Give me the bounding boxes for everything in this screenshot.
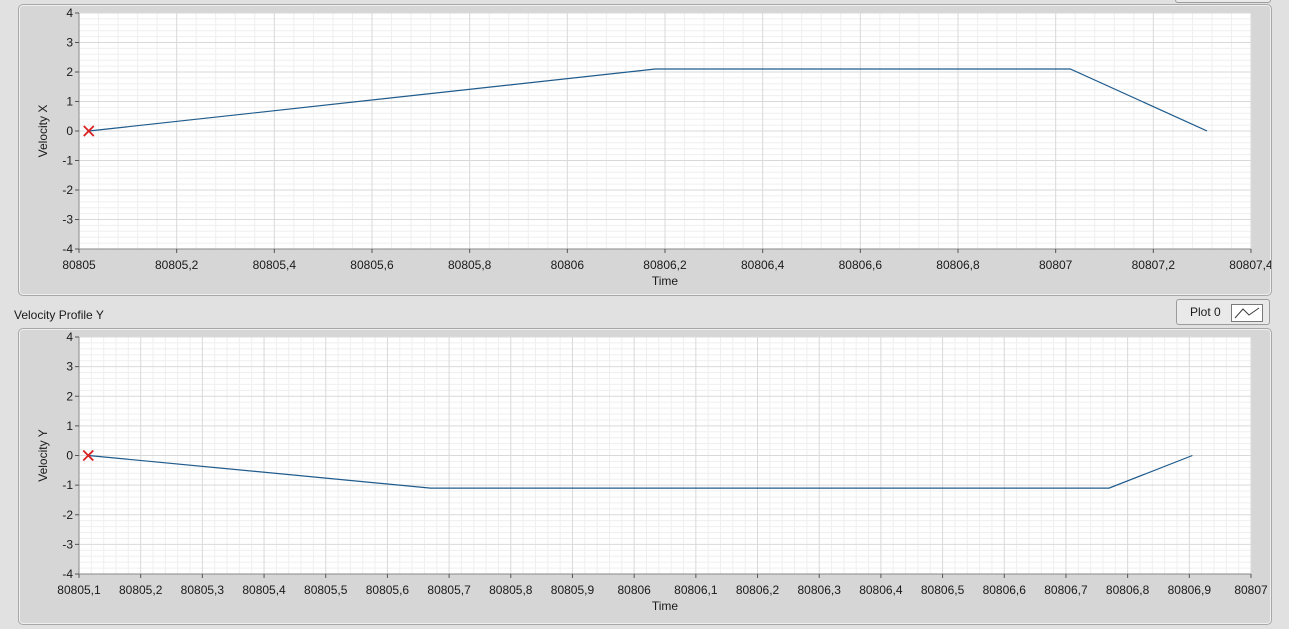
y-axis-title: Velocity Y [36,429,50,481]
x-tick-label: 80805,3 [181,583,225,597]
x-tick-label: 80805,9 [551,583,595,597]
graph-title-velocity-y: Velocity Profile Y [14,308,104,322]
x-tick-label: 80805,6 [366,583,410,597]
x-tick-label: 80806,3 [798,583,842,597]
y-tick-label: 4 [66,6,73,20]
x-tick-label: 80807,2 [1132,258,1176,272]
x-tick-label: 80805,6 [350,258,394,272]
y-tick-label: 1 [66,419,73,433]
y-tick-label: 2 [66,389,73,403]
x-tick-label: 80805,7 [427,583,471,597]
x-tick-label: 80806,2 [736,583,780,597]
y-tick-label: 0 [66,124,73,138]
x-tick-label: 80806,1 [674,583,718,597]
legend-tab-top [1175,0,1271,3]
x-tick-label: 80805,4 [242,583,286,597]
x-tick-label: 80805,5 [304,583,348,597]
x-tick-label: 80806,8 [936,258,980,272]
x-tick-label: 80806,6 [983,583,1027,597]
x-tick-label: 80806,4 [859,583,903,597]
x-tick-label: 80805 [62,258,96,272]
y-tick-label: -2 [62,508,73,522]
velocity-x-chart: -4 -3 -2 -1 0 1 2 3 4 80805 80805,2 80805,4 80805,6 8… [36,6,1271,288]
x-axis-title: Time [652,599,679,613]
y-axis-title: Velocity X [36,105,50,158]
x-tick-label: 80807 [1039,258,1073,272]
y-tick-label: 3 [66,36,73,50]
x-tick-label: 80805,8 [448,258,492,272]
y-tick-label: 1 [66,95,73,109]
x-tick-label: 80806,8 [1106,583,1150,597]
y-tick-label: -2 [62,183,73,197]
x-tick-label: 80806,6 [839,258,883,272]
y-tick-label: 4 [66,330,73,344]
y-tick-label: 0 [66,449,73,463]
x-tick-label: 80807,4 [1229,258,1271,272]
velocity-y-graph[interactable]: -4 -3 -2 -1 0 1 2 3 4 80805,1 80805,2 80805,3 80805,… [18,328,1272,625]
x-tick-label: 80805,4 [253,258,297,272]
plot-legend[interactable]: Plot 0 [1176,299,1270,325]
y-tick-label: 3 [66,360,73,374]
x-tick-label: 80806 [617,583,651,597]
y-tick-label: -4 [62,242,73,256]
x-tick-label: 80806,5 [921,583,965,597]
x-tick-label: 80805,8 [489,583,533,597]
x-tick-label: 80806,4 [741,258,785,272]
x-tick-label: 80807 [1234,583,1268,597]
y-tick-label: -3 [62,213,73,227]
legend-label: Plot 0 [1190,305,1221,319]
y-tick-label: -3 [62,537,73,551]
x-tick-label: 80805,2 [119,583,163,597]
x-tick-label: 80806,2 [643,258,687,272]
x-tick-label: 80806 [551,258,585,272]
y-tick-label: -4 [62,567,73,581]
x-tick-label: 80806,7 [1044,583,1088,597]
velocity-y-chart: -4 -3 -2 -1 0 1 2 3 4 80805,1 80805,2 80805,3 80805,… [36,330,1268,613]
x-tick-label: 80805,1 [57,583,101,597]
y-tick-label: -1 [62,154,73,168]
x-tick-label: 80805,2 [155,258,199,272]
y-tick-label: 2 [66,65,73,79]
x-axis-title: Time [652,274,679,288]
velocity-x-graph[interactable]: -4 -3 -2 -1 0 1 2 3 4 80805 80805,2 80805,4 80805,6 8… [18,4,1272,296]
y-tick-label: -1 [62,478,73,492]
x-tick-label: 80806,9 [1168,583,1212,597]
line-plot-icon [1231,304,1263,322]
